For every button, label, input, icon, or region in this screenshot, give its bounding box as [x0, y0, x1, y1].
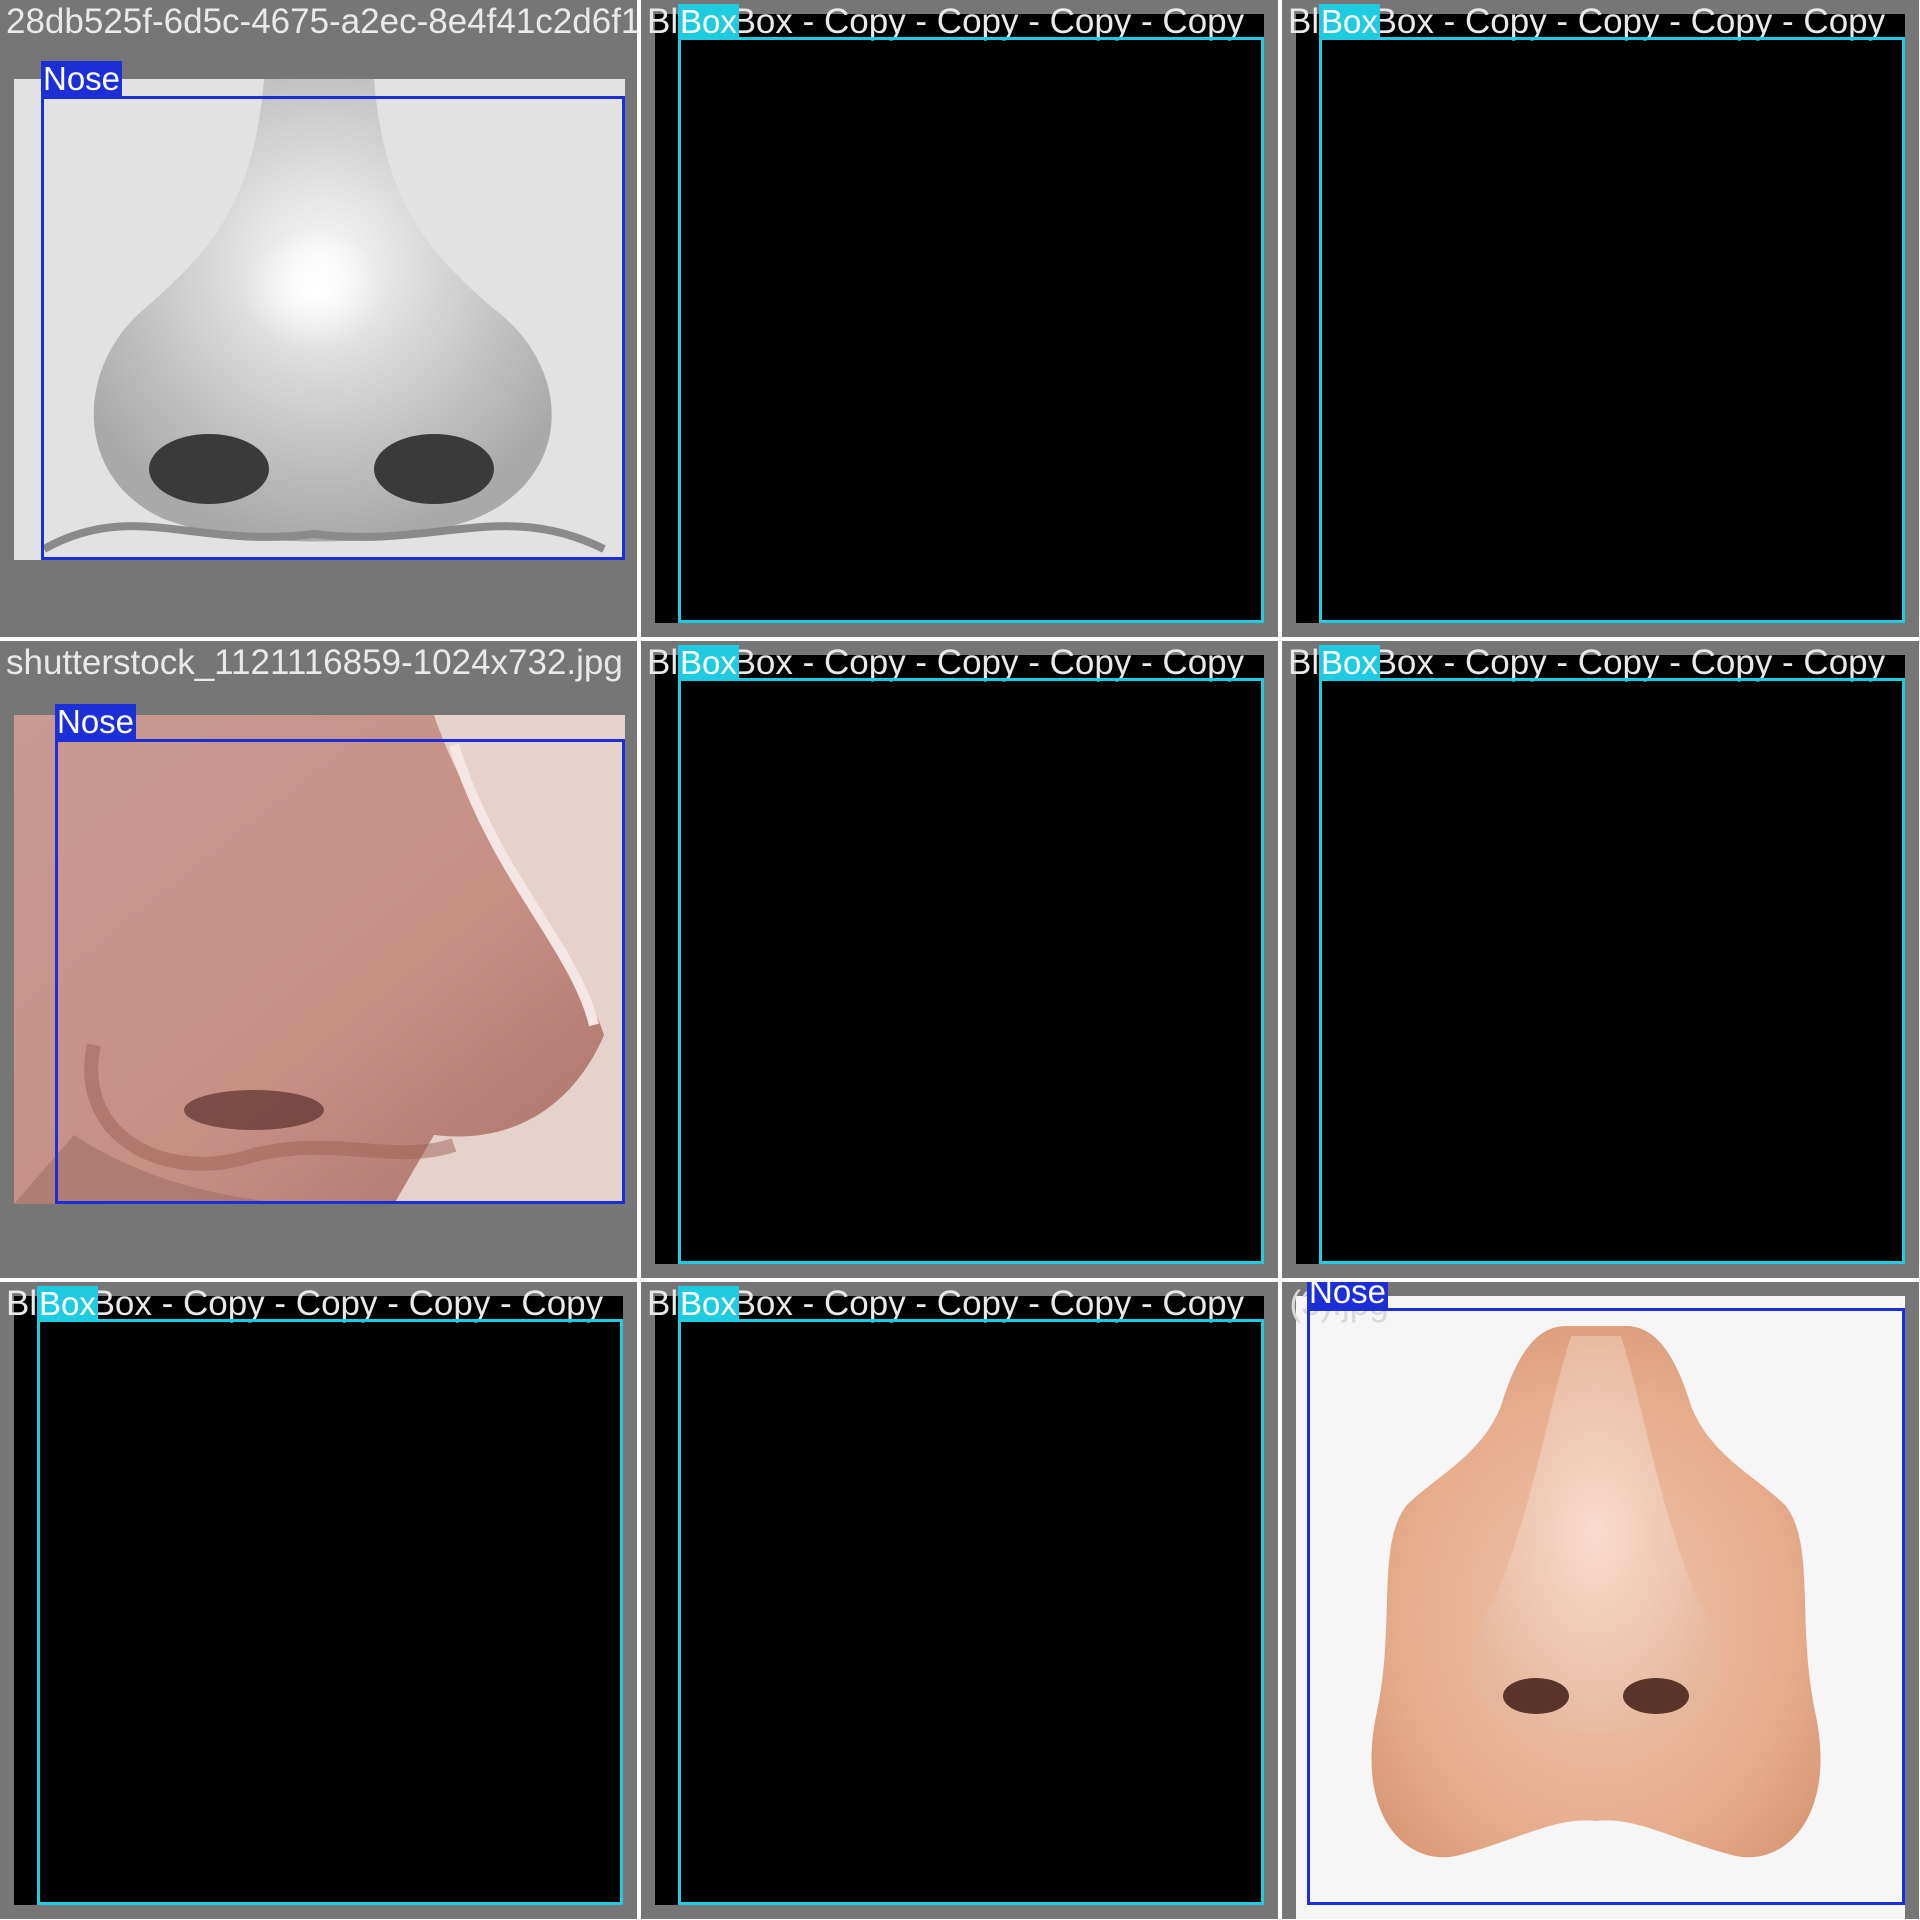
image-filename: shutterstock_1121116859-1024x732.jpg	[6, 643, 623, 682]
box-label: Box	[678, 1285, 739, 1322]
box-bounding-box[interactable]	[678, 37, 1264, 623]
nose-bounding-box[interactable]	[55, 739, 625, 1204]
grid-cell-5[interactable]: BlackBox - Copy - Copy - Copy - Copy Box	[641, 641, 1278, 1278]
nose-label: Nose	[55, 703, 137, 740]
grid-cell-2[interactable]: BlackBox - Copy - Copy - Copy - Copy Box	[641, 0, 1278, 637]
box-bounding-box[interactable]	[678, 678, 1264, 1264]
nose-bounding-box[interactable]	[1307, 1308, 1905, 1905]
grid-cell-3[interactable]: BlackBox - Copy - Copy - Copy - Copy Box	[1282, 0, 1919, 637]
grid-cell-8[interactable]: BlackBox - Copy - Copy - Copy - Copy Box	[641, 1282, 1278, 1919]
grid-cell-1[interactable]: Nose 28db525f-6d5c-4675-a2ec-8e4f41c2d6f…	[0, 0, 637, 637]
box-bounding-box[interactable]	[1319, 37, 1905, 623]
nose-label: Nose	[1307, 1282, 1389, 1310]
grid-cell-4[interactable]: Nose shutterstock_1121116859-1024x732.jp…	[0, 641, 637, 1278]
nose-label: Nose	[41, 60, 123, 97]
grid-cell-9[interactable]: t (3).jpg Nose	[1282, 1282, 1919, 1919]
grid-cell-6[interactable]: BlackBox - Copy - Copy - Copy - Copy Box	[1282, 641, 1919, 1278]
nose-bounding-box[interactable]	[41, 96, 625, 560]
box-bounding-box[interactable]	[678, 1319, 1264, 1905]
box-label: Box	[1319, 3, 1380, 40]
box-bounding-box[interactable]	[1319, 678, 1905, 1264]
box-label: Box	[678, 644, 739, 681]
box-label: Box	[1319, 644, 1380, 681]
box-label: Box	[37, 1285, 98, 1322]
image-grid: Nose 28db525f-6d5c-4675-a2ec-8e4f41c2d6f…	[0, 0, 1920, 1920]
image-filename: 28db525f-6d5c-4675-a2ec-8e4f41c2d6f1.jpg	[6, 2, 637, 41]
box-label: Box	[678, 3, 739, 40]
box-bounding-box[interactable]	[37, 1319, 623, 1905]
grid-cell-7[interactable]: BlackBox - Copy - Copy - Copy - Copy Box	[0, 1282, 637, 1919]
